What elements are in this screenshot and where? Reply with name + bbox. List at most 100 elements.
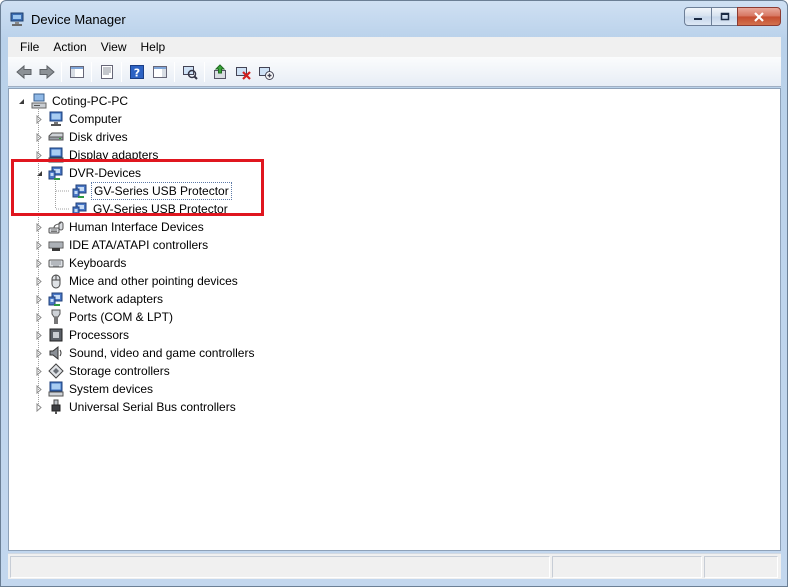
forward-arrow-icon bbox=[39, 64, 55, 79]
help-icon: ? bbox=[129, 64, 144, 79]
toolbar-separator bbox=[91, 61, 92, 82]
expand-triangle-icon[interactable] bbox=[35, 348, 43, 358]
speaker-icon bbox=[49, 345, 62, 361]
menu-help[interactable]: Help bbox=[134, 37, 173, 57]
system-device-icon bbox=[48, 381, 64, 397]
status-bar bbox=[8, 553, 781, 579]
maximize-icon bbox=[720, 12, 729, 21]
expand-triangle-icon[interactable] bbox=[35, 294, 43, 304]
minimize-button[interactable] bbox=[684, 7, 711, 26]
properties-icon bbox=[100, 64, 113, 79]
show-hide-action-pane-icon bbox=[152, 65, 167, 78]
update-driver-icon bbox=[213, 63, 226, 79]
tree-category-disk-drives[interactable]: Disk drives bbox=[35, 128, 130, 146]
update-driver-button[interactable] bbox=[208, 61, 231, 83]
show-hide-action-pane-button[interactable] bbox=[148, 61, 171, 83]
window-title: Device Manager bbox=[31, 12, 126, 27]
tree-category-label: System devices bbox=[69, 382, 154, 396]
expand-triangle-icon[interactable] bbox=[35, 258, 43, 268]
expand-triangle-icon[interactable] bbox=[35, 240, 43, 250]
tree-category-label: Processors bbox=[69, 328, 130, 342]
tree-category-label: Network adapters bbox=[69, 292, 164, 306]
processor-icon bbox=[49, 328, 63, 342]
toolbar-separator bbox=[174, 61, 175, 82]
tree-category-sound-video-and-game-controllers[interactable]: Sound, video and game controllers bbox=[35, 344, 256, 362]
tree-category-label: Storage controllers bbox=[69, 364, 170, 378]
device-tree[interactable]: Coting-PC-PC Computer Disk drives Display … bbox=[8, 88, 781, 551]
tree-category-label: Keyboards bbox=[69, 256, 127, 270]
tree-category-storage-controllers[interactable]: Storage controllers bbox=[35, 362, 172, 380]
uninstall-device-button[interactable] bbox=[231, 61, 254, 83]
tree-category-network-adapters[interactable]: Network adapters bbox=[35, 290, 165, 308]
toolbar: ? bbox=[8, 57, 781, 87]
caption-buttons bbox=[684, 7, 781, 27]
expand-triangle-icon[interactable] bbox=[35, 114, 43, 124]
svg-text:?: ? bbox=[133, 66, 139, 79]
properties-button[interactable] bbox=[95, 61, 118, 83]
tree-category-label: IDE ATA/ATAPI controllers bbox=[69, 238, 209, 252]
expand-triangle-icon[interactable] bbox=[35, 402, 43, 412]
tree-category-label: Computer bbox=[69, 112, 122, 126]
title-bar[interactable]: Device Manager bbox=[1, 1, 787, 37]
expand-triangle-icon[interactable] bbox=[35, 222, 43, 232]
scan-hardware-changes-icon bbox=[182, 65, 198, 80]
back-button[interactable] bbox=[12, 61, 35, 83]
mouse-icon bbox=[51, 274, 61, 289]
expand-triangle-icon[interactable] bbox=[35, 330, 43, 340]
toolbar-separator bbox=[121, 61, 122, 82]
tree-category-universal-serial-bus-controllers[interactable]: Universal Serial Bus controllers bbox=[35, 398, 238, 416]
menu-action[interactable]: Action bbox=[46, 37, 93, 57]
minimize-icon bbox=[694, 17, 702, 20]
computer-root-icon bbox=[31, 93, 47, 109]
device-manager-app-icon bbox=[10, 12, 24, 26]
tree-category-computer[interactable]: Computer bbox=[35, 110, 124, 128]
tree-category-label: Human Interface Devices bbox=[69, 220, 204, 234]
toolbar-separator bbox=[61, 61, 62, 82]
help-button[interactable]: ? bbox=[125, 61, 148, 83]
close-icon bbox=[754, 11, 764, 22]
expand-triangle-icon[interactable] bbox=[35, 276, 43, 286]
tree-root-label: Coting-PC-PC bbox=[52, 94, 129, 108]
tree-category-label: Ports (COM & LPT) bbox=[69, 310, 174, 324]
expand-triangle-icon[interactable] bbox=[35, 384, 43, 394]
tree-category-mice-and-other-pointing-devices[interactable]: Mice and other pointing devices bbox=[35, 272, 240, 290]
usb-icon bbox=[51, 399, 61, 414]
tree-category-label: Disk drives bbox=[69, 130, 128, 144]
network-adapter-icon bbox=[48, 292, 63, 306]
hid-icon bbox=[48, 221, 64, 234]
tree-category-system-devices[interactable]: System devices bbox=[35, 380, 155, 398]
maximize-button[interactable] bbox=[711, 7, 737, 26]
tree-category-ide-ata-atapi-controllers[interactable]: IDE ATA/ATAPI controllers bbox=[35, 236, 210, 254]
menu-file[interactable]: File bbox=[13, 37, 46, 57]
tree-category-label: Mice and other pointing devices bbox=[69, 274, 238, 288]
show-hide-console-tree-button[interactable] bbox=[65, 61, 88, 83]
tree-root-node[interactable]: Coting-PC-PC bbox=[17, 92, 130, 110]
menu-bar: File Action View Help bbox=[8, 37, 781, 57]
tree-category-processors[interactable]: Processors bbox=[35, 326, 131, 344]
tree-category-label: Universal Serial Bus controllers bbox=[69, 400, 236, 414]
ide-controller-icon bbox=[48, 241, 64, 251]
collapse-triangle-icon[interactable] bbox=[17, 97, 25, 106]
tree-category-label: Sound, video and game controllers bbox=[69, 346, 255, 360]
tree-category-keyboards[interactable]: Keyboards bbox=[35, 254, 128, 272]
computer-icon bbox=[49, 111, 63, 126]
close-button[interactable] bbox=[737, 7, 781, 26]
status-cell-tertiary bbox=[704, 556, 778, 578]
disable-device-button[interactable] bbox=[254, 61, 277, 83]
scan-hardware-changes-button[interactable] bbox=[178, 61, 201, 83]
back-arrow-icon bbox=[15, 64, 31, 79]
expand-triangle-icon[interactable] bbox=[35, 132, 43, 142]
toolbar-separator bbox=[204, 61, 205, 82]
tree-category-ports-com-lpt[interactable]: Ports (COM & LPT) bbox=[35, 308, 175, 326]
annotation-highlight-box bbox=[11, 159, 264, 216]
device-manager-window: Device Manager File Action View Help ? C… bbox=[0, 0, 788, 587]
forward-button[interactable] bbox=[35, 61, 58, 83]
tree-category-human-interface-devices[interactable]: Human Interface Devices bbox=[35, 218, 206, 236]
expand-triangle-icon[interactable] bbox=[35, 366, 43, 376]
uninstall-device-icon bbox=[235, 66, 251, 80]
disable-device-icon bbox=[258, 66, 274, 80]
menu-view[interactable]: View bbox=[94, 37, 134, 57]
keyboard-icon bbox=[48, 259, 64, 268]
expand-triangle-icon[interactable] bbox=[35, 312, 43, 322]
port-icon bbox=[51, 309, 61, 324]
